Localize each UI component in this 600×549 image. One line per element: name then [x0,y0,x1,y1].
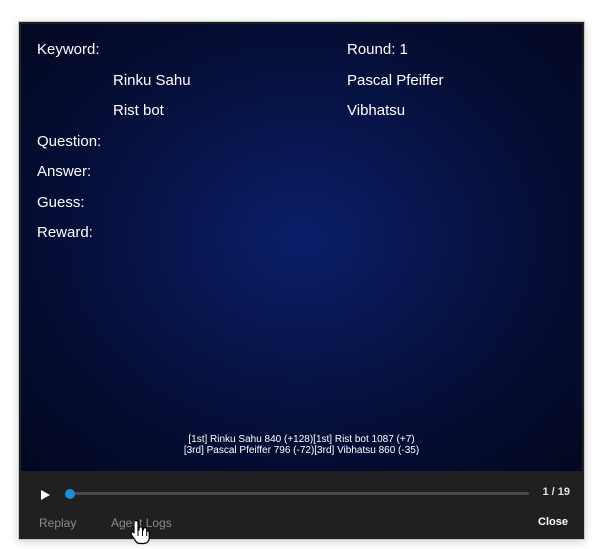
step-counter: 1 / 19 [542,486,570,498]
game-board: Keyword: Round: 1 Rinku Sahu Pascal Pfei… [21,24,582,471]
player-name-team2-b: Vibhatsu [347,102,406,119]
episode-replay-modal: Keyword: Round: 1 Rinku Sahu Pascal Pfei… [18,21,585,540]
standings: [1st] Rinku Sahu 840 (+128)[1st] Rist bo… [21,434,582,456]
replay-button[interactable]: Replay [39,516,76,530]
progress-track[interactable] [65,488,529,499]
standings-line-2: [3rd] Pascal Pfeiffer 796 (-72)[3rd] Vib… [183,445,420,456]
play-button[interactable] [38,488,52,502]
keyword-label: Keyword: [37,41,100,58]
playback-controls: 1 / 19 Replay Agent Logs Close [19,474,584,539]
play-icon [41,490,50,500]
player-name-team1-b: Rist bot [113,102,164,119]
player-name-team1-a: Rinku Sahu [113,72,191,89]
player-name-team2-a: Pascal Pfeiffer [347,72,444,89]
question-label: Question: [37,133,102,150]
guess-label: Guess: [37,194,85,211]
round-label: Round: 1 [347,41,408,58]
standings-line-1: [1st] Rinku Sahu 840 (+128)[1st] Rist bo… [188,434,415,445]
reward-label: Reward: [37,224,93,241]
answer-label: Answer: [37,163,92,180]
close-button[interactable]: Close [538,516,568,528]
page-background: Keyword: Round: 1 Rinku Sahu Pascal Pfei… [0,0,600,549]
progress-knob[interactable] [65,488,75,499]
agent-logs-button[interactable]: Agent Logs [111,516,172,530]
